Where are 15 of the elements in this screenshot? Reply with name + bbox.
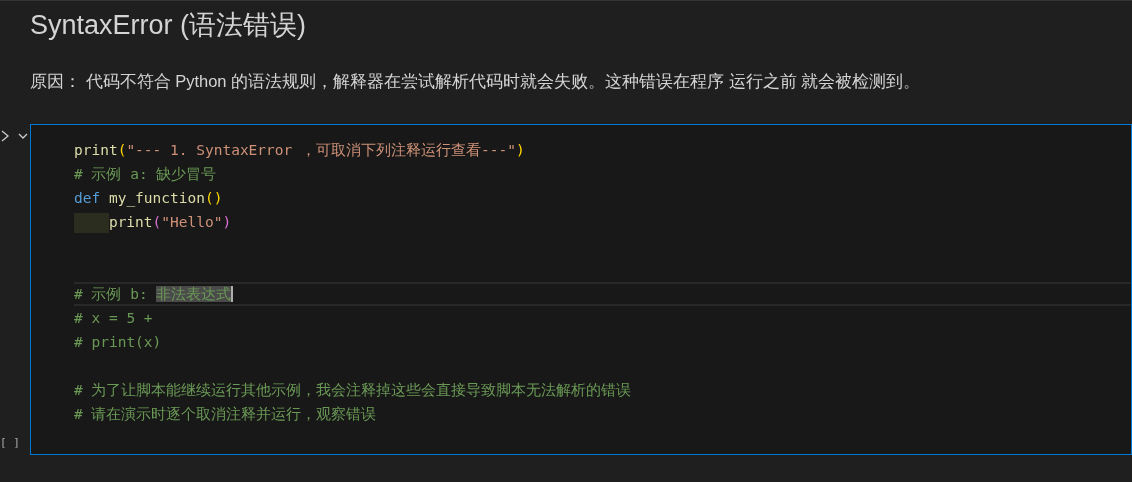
reason-text: 原因： 代码不符合 Python 的语法规则，解释器在尝试解析代码时就会失败。这种错误在程序 运行之前 就会被检测到。 xyxy=(29,71,922,92)
code-line: print("--- 1. SyntaxError ，可取消下列注释运行查看---") xyxy=(74,141,526,160)
code-cell[interactable]: print("--- 1. SyntaxError ，可取消下列注释运行查看---") # 示例 a: 缺少冒号 def my_function() print("Hello") # 示例 b: 非法表达式 # x = 5 + # print(x) # 为了让脚本能继续运行其他示例，我会注释掉这些会直接导致脚本无法解析的错误 # 请在演示时逐个取消注释并运行，观察错误 xyxy=(30,124,1132,455)
collapse-chevron-icon[interactable] xyxy=(17,131,29,141)
code-line: # x = 5 + xyxy=(74,309,154,328)
code-line: print("Hello") xyxy=(74,210,1131,234)
code-line: # 为了让脚本能继续运行其他示例，我会注释掉这些会直接导致脚本无法解析的错误 xyxy=(74,381,633,400)
section-heading: SyntaxError (语法错误) xyxy=(29,9,308,42)
execution-count: [ ] xyxy=(0,436,21,451)
code-line: def my_function() xyxy=(74,189,224,209)
run-icon[interactable] xyxy=(0,130,10,142)
code-line: # 请在演示时逐个取消注释并运行，观察错误 xyxy=(74,405,378,424)
code-line: # 示例 a: 缺少冒号 xyxy=(74,165,218,184)
code-line: # print(x) xyxy=(74,333,163,352)
code-line: # 示例 b: 非法表达式 xyxy=(74,282,1131,306)
